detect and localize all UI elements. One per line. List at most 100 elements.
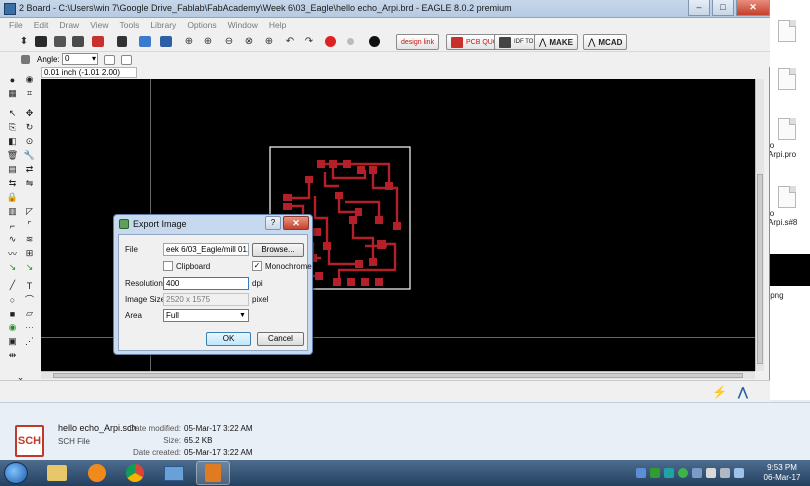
paste-icon[interactable]: ▤ xyxy=(6,164,19,175)
mirror-tool-icon[interactable]: ◧ xyxy=(6,136,19,147)
move-icon[interactable]: ✥ xyxy=(23,108,36,119)
maximize-button[interactable]: □ xyxy=(712,0,734,16)
ripup-icon[interactable]: ≋ xyxy=(23,234,36,245)
mcad-button[interactable]: ⋀ MCAD xyxy=(583,34,628,50)
horizontal-scroll-thumb[interactable] xyxy=(53,373,743,378)
menu-edit[interactable]: Edit xyxy=(34,20,49,30)
tray-battery-icon[interactable] xyxy=(734,468,744,478)
tray-app-icon[interactable] xyxy=(664,468,674,478)
errors-icon[interactable]: ⋰ xyxy=(23,336,36,347)
print-icon[interactable] xyxy=(53,35,67,48)
display-icon[interactable]: ▦ xyxy=(6,88,19,99)
zoom-select-icon[interactable]: ⊗ xyxy=(242,35,256,48)
taskbar-eagle[interactable] xyxy=(196,461,230,485)
tray-quickheal-icon[interactable] xyxy=(678,468,688,478)
split-icon[interactable]: ⇆ xyxy=(6,178,19,189)
save-icon[interactable] xyxy=(34,35,48,48)
dimension-icon[interactable]: ⇹ xyxy=(6,350,19,361)
route-icon[interactable]: ⌜ xyxy=(23,220,36,231)
layer-icon[interactable] xyxy=(18,53,32,66)
group-icon[interactable]: ⊙ xyxy=(23,136,36,147)
tray-volume-icon[interactable] xyxy=(720,468,730,478)
browse-button[interactable]: Browse... xyxy=(252,243,304,257)
menu-draw[interactable]: Draw xyxy=(59,20,79,30)
angle-select[interactable]: 0 xyxy=(62,53,98,65)
lock-icon[interactable]: 🔒 xyxy=(6,192,19,203)
help-icon[interactable] xyxy=(367,35,381,48)
redo-icon[interactable]: ↷ xyxy=(302,35,316,48)
dialog-title-bar[interactable]: Export Image ? ✕ xyxy=(114,215,312,233)
lightning-icon[interactable]: ⚡ xyxy=(712,385,727,399)
design-link-button[interactable]: design link xyxy=(396,34,440,50)
select-icon[interactable]: ↖ xyxy=(6,108,19,119)
rect-icon[interactable]: ■ xyxy=(6,308,19,319)
menu-help[interactable]: Help xyxy=(269,20,286,30)
vertical-scroll-thumb[interactable] xyxy=(757,174,763,364)
taskbar-chrome[interactable] xyxy=(118,461,152,485)
menu-view[interactable]: View xyxy=(90,20,108,30)
taskbar-explorer[interactable] xyxy=(40,461,74,485)
circle-icon[interactable]: ○ xyxy=(6,294,19,305)
board-sch-icon[interactable] xyxy=(91,35,105,48)
ulp-icon[interactable] xyxy=(159,35,173,48)
info-icon[interactable]: ● xyxy=(6,74,19,85)
script-icon[interactable] xyxy=(138,35,152,48)
menu-options[interactable]: Options xyxy=(187,20,216,30)
horizontal-scrollbar[interactable] xyxy=(41,371,755,379)
taskbar-photo-viewer[interactable] xyxy=(157,461,191,485)
via-icon[interactable]: ◉ xyxy=(6,322,19,333)
title-bar[interactable]: 2 Board - C:\Users\win 7\Google Drive_Fa… xyxy=(0,0,770,18)
fusion-sync-icon[interactable]: ⋀ xyxy=(738,385,748,399)
tray-network-icon[interactable] xyxy=(636,468,646,478)
desktop-file[interactable] xyxy=(768,68,808,90)
minimize-button[interactable]: – xyxy=(688,0,710,16)
wire-icon[interactable]: ⌐ xyxy=(6,220,19,231)
signal-icon[interactable]: 〰 xyxy=(6,248,19,259)
drc-icon[interactable]: ▣ xyxy=(6,336,19,347)
desktop-file[interactable] xyxy=(768,20,808,42)
system-clock[interactable]: 9:53 PM 06-Mar-17 xyxy=(757,463,807,483)
copy-icon[interactable]: ⎘ xyxy=(6,122,19,133)
desktop-file[interactable]: lo Arpi.pro xyxy=(768,118,808,159)
file-path-input[interactable]: eek 6/03_Eagle/mill 01.png xyxy=(163,243,249,256)
area-select[interactable]: Full ▼ xyxy=(163,309,249,322)
zoom-in-icon[interactable]: ⊕ xyxy=(201,35,215,48)
meander-icon[interactable]: ∿ xyxy=(6,234,19,245)
change-icon[interactable]: 🔧 xyxy=(23,150,36,161)
mark-icon[interactable]: ⌗ xyxy=(23,88,36,99)
desktop-file[interactable]: lo Arpi.s#8 xyxy=(768,186,808,227)
tray-flag-icon[interactable] xyxy=(706,468,716,478)
dialog-help-button[interactable]: ? xyxy=(265,216,281,230)
draw-line-icon[interactable]: ╱ xyxy=(6,280,19,291)
menu-tools[interactable]: Tools xyxy=(119,20,139,30)
polygon-icon[interactable]: ▱ xyxy=(23,308,36,319)
arc-route-icon[interactable]: ↘ xyxy=(23,262,36,273)
tray-status-icon[interactable] xyxy=(650,468,660,478)
miter-icon[interactable]: ◸ xyxy=(23,206,36,217)
menu-library[interactable]: Library xyxy=(150,20,176,30)
undo-icon[interactable]: ↶ xyxy=(283,35,297,48)
mirror-icon[interactable] xyxy=(102,53,116,66)
zoom-fit-icon[interactable]: ⊕ xyxy=(182,35,196,48)
open-icon[interactable]: ⬍ xyxy=(17,35,31,48)
menu-file[interactable]: File xyxy=(9,20,23,30)
zoom-out-icon[interactable]: ⊖ xyxy=(222,35,236,48)
line-icon[interactable]: ↘ xyxy=(6,262,19,273)
rotate-icon[interactable]: ↻ xyxy=(23,122,36,133)
hole-icon[interactable]: ⋯ xyxy=(23,322,36,333)
clipboard-checkbox[interactable] xyxy=(163,261,173,271)
smash-icon[interactable]: ▥ xyxy=(6,206,19,217)
start-button[interactable] xyxy=(4,462,28,484)
cancel-button[interactable]: Cancel xyxy=(257,332,304,346)
vertical-scrollbar[interactable] xyxy=(755,79,764,371)
tray-wifi-icon[interactable] xyxy=(692,468,702,478)
close-button[interactable]: ✕ xyxy=(736,0,770,16)
library-icon[interactable] xyxy=(115,35,129,48)
make-button[interactable]: ⋀ MAKE xyxy=(534,34,578,50)
replace-icon[interactable]: ⇄ xyxy=(23,164,36,175)
text-icon[interactable] xyxy=(119,53,133,66)
redraw-icon[interactable]: ⊕ xyxy=(262,35,276,48)
arc-icon[interactable]: ⌒ xyxy=(23,294,36,305)
delete-icon[interactable]: 🗑 xyxy=(6,150,19,161)
stop-icon[interactable] xyxy=(323,35,337,48)
